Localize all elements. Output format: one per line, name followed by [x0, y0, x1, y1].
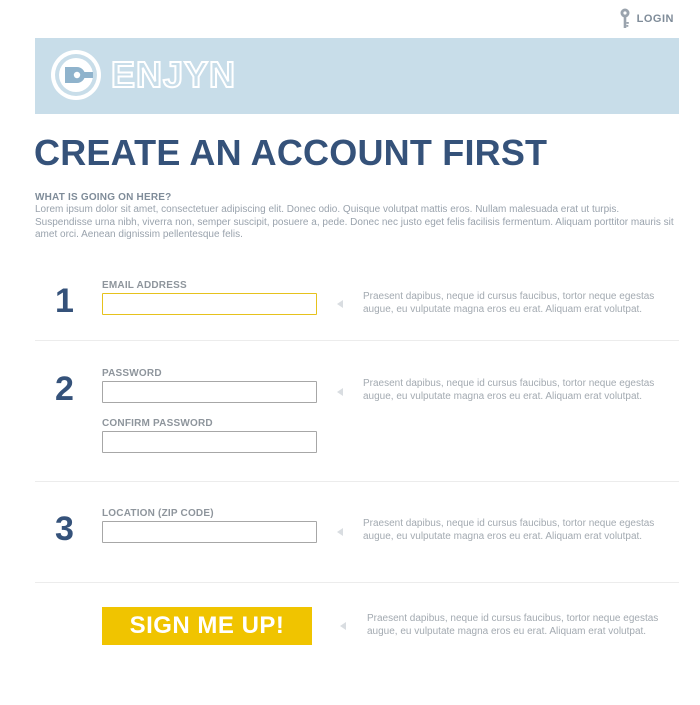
header-banner: ENJYN — [35, 38, 679, 114]
email-field[interactable] — [102, 293, 317, 315]
step-number: 3 — [55, 510, 74, 548]
login-link[interactable]: LOGIN — [619, 8, 674, 30]
help-text: Praesent dapibus, neque id cursus faucib… — [363, 378, 655, 402]
key-icon — [620, 8, 630, 28]
login-label[interactable]: LOGIN — [637, 13, 674, 25]
step-email: 1 EMAIL ADDRESS Praesent dapibus, neque … — [35, 278, 679, 338]
help-pointer-icon — [337, 528, 343, 536]
help-pointer-icon — [337, 300, 343, 308]
intro-heading: WHAT IS GOING ON HERE? — [35, 192, 172, 203]
step-location: 3 LOCATION (ZIP CODE) Praesent dapibus, … — [35, 506, 679, 566]
logo-mark-icon — [51, 50, 101, 100]
password-field[interactable] — [102, 381, 317, 403]
password-label: PASSWORD — [102, 368, 162, 379]
email-label: EMAIL ADDRESS — [102, 280, 187, 291]
help-pointer-icon — [340, 622, 346, 630]
intro-text: Lorem ipsum dolor sit amet, consectetuer… — [35, 204, 674, 240]
zip-code-field[interactable] — [102, 521, 317, 543]
sign-up-button[interactable]: SIGN ME UP! — [102, 607, 312, 645]
brand-name: ENJYN — [110, 53, 237, 96]
step-password: 2 PASSWORD Praesent dapibus, neque id cu… — [35, 366, 679, 466]
brand-logo[interactable]: ENJYN — [49, 48, 236, 102]
help-text: Praesent dapibus, neque id cursus faucib… — [367, 613, 659, 637]
divider — [35, 481, 679, 482]
help-text: Praesent dapibus, neque id cursus faucib… — [363, 518, 655, 542]
page-title: CREATE AN ACCOUNT FIRST — [34, 132, 548, 173]
divider — [35, 582, 679, 583]
help-text: Praesent dapibus, neque id cursus faucib… — [363, 291, 655, 315]
divider — [35, 340, 679, 341]
zip-code-label: LOCATION (ZIP CODE) — [102, 508, 214, 519]
step-number: 2 — [55, 370, 74, 408]
help-pointer-icon — [337, 388, 343, 396]
confirm-password-label: CONFIRM PASSWORD — [102, 418, 213, 429]
step-number: 1 — [55, 282, 74, 320]
confirm-password-field[interactable] — [102, 431, 317, 453]
